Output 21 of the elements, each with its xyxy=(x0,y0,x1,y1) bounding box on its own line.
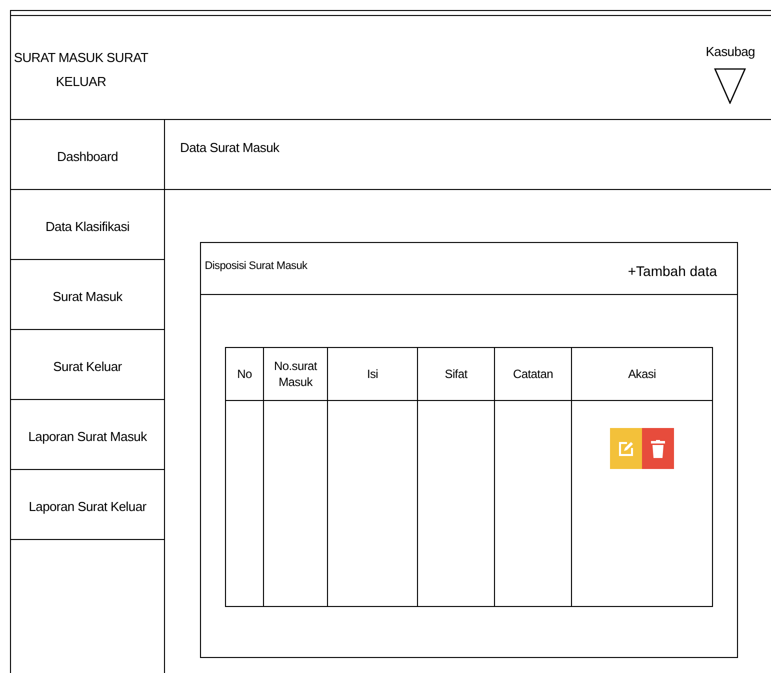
app-title: SURAT MASUK SURAT KELUAR xyxy=(12,49,150,91)
column-header: No xyxy=(226,348,264,400)
dropdown-triangle-icon[interactable] xyxy=(714,68,746,104)
user-name: Kasubag xyxy=(706,43,755,61)
add-data-button[interactable]: +Tambah data xyxy=(628,243,737,282)
sidebar-item[interactable]: Data Klasifikasi xyxy=(45,217,130,237)
column-header: Akasi xyxy=(572,348,712,400)
edit-icon xyxy=(618,440,634,456)
delete-button[interactable] xyxy=(642,428,674,469)
sidebar-item[interactable]: Dashboard xyxy=(57,147,118,167)
column-header: No.surat Masuk xyxy=(264,348,328,400)
sidebar-item[interactable]: Laporan Surat Keluar xyxy=(28,497,146,517)
trash-icon xyxy=(651,440,665,458)
sidebar-item[interactable]: Surat Keluar xyxy=(53,357,122,377)
sidebar-item[interactable]: Laporan Surat Masuk xyxy=(28,427,147,447)
column-header: Catatan xyxy=(494,348,572,400)
card-title: Disposisi Surat Masuk xyxy=(204,259,308,274)
column-header: Sifat xyxy=(418,348,494,400)
sidebar-item[interactable]: Surat Masuk xyxy=(52,287,122,307)
page-title: Data Surat Masuk xyxy=(180,140,280,155)
column-header: Isi xyxy=(328,348,418,400)
